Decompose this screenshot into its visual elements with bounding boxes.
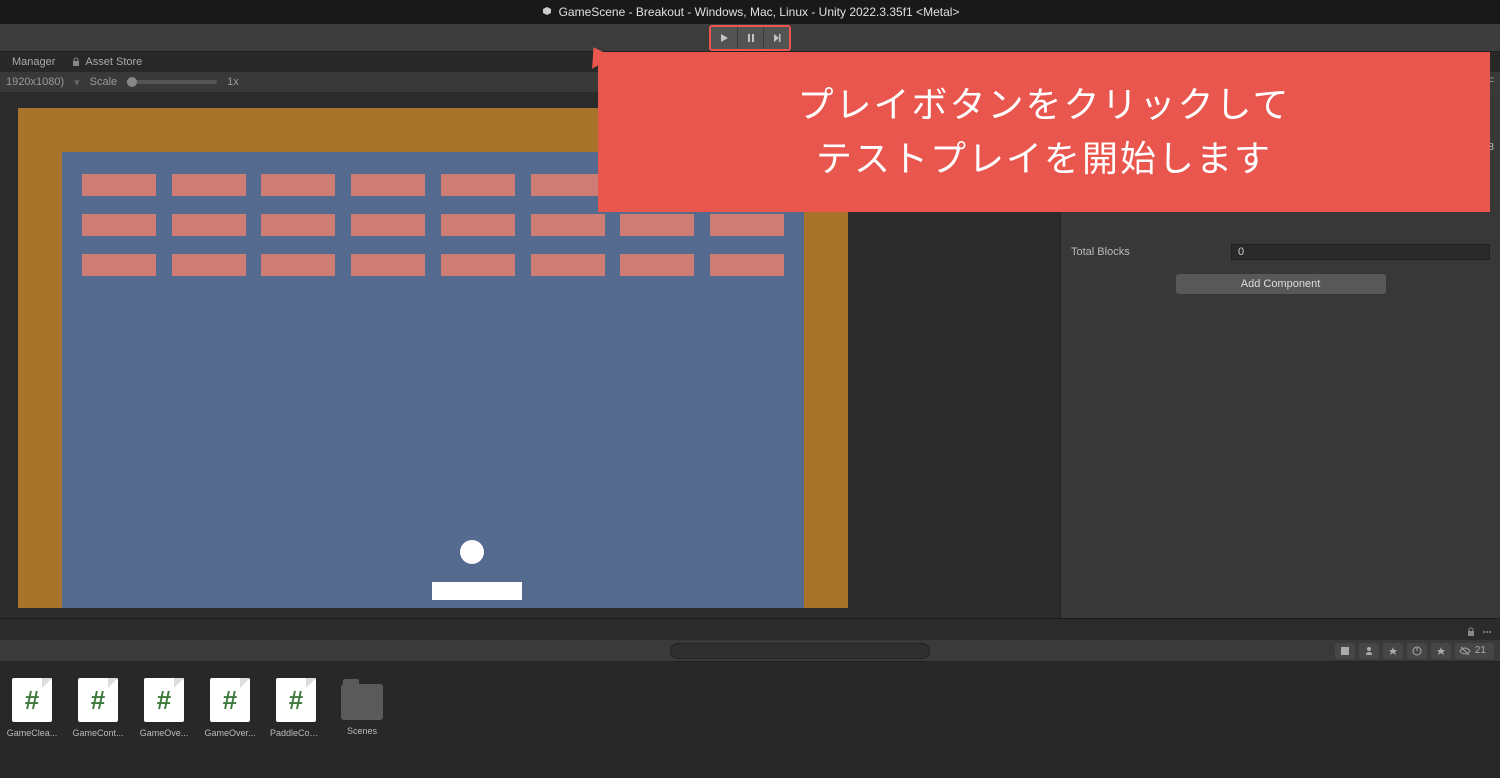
tab-manager[interactable]: Manager bbox=[4, 54, 63, 70]
asset-store-label: Asset Store bbox=[85, 56, 142, 68]
brick bbox=[82, 174, 156, 196]
brick bbox=[351, 214, 425, 236]
asset-script-gameover2[interactable]: # GameOver... bbox=[206, 678, 254, 738]
brick bbox=[261, 214, 335, 236]
brick bbox=[441, 174, 515, 196]
brick bbox=[531, 214, 605, 236]
brick bbox=[351, 254, 425, 276]
asset-script-gameclear[interactable]: # GameClea... bbox=[8, 678, 56, 738]
project-panel: 21 # GameClea... # GameCont... # GameOve… bbox=[0, 640, 1500, 778]
eye-off-icon bbox=[1459, 645, 1471, 657]
breakout-playfield bbox=[62, 152, 804, 608]
asset-script-gameover[interactable]: # GameOve... bbox=[140, 678, 188, 738]
window-title: GameScene - Breakout - Windows, Mac, Lin… bbox=[559, 5, 960, 19]
window-titlebar: GameScene - Breakout - Windows, Mac, Lin… bbox=[0, 0, 1500, 24]
toolbar-btn-4[interactable] bbox=[1407, 643, 1427, 659]
total-blocks-label: Total Blocks bbox=[1071, 246, 1231, 258]
panel-lock-row bbox=[0, 624, 1500, 640]
step-button[interactable] bbox=[763, 27, 789, 49]
asset-label: GameClea... bbox=[7, 728, 58, 738]
callout-line-2: テストプレイを開始します bbox=[628, 132, 1460, 186]
lock-icon bbox=[71, 57, 81, 67]
brick bbox=[261, 174, 335, 196]
brick-row-2 bbox=[62, 214, 804, 236]
lock-icon[interactable] bbox=[1466, 627, 1476, 637]
toolbar-btn-3[interactable] bbox=[1383, 643, 1403, 659]
csharp-script-icon: # bbox=[144, 678, 184, 722]
brick bbox=[710, 214, 784, 236]
total-blocks-field[interactable]: 0 bbox=[1231, 244, 1490, 260]
breakout-ball bbox=[460, 540, 484, 564]
brick bbox=[172, 214, 246, 236]
toolbar-btn-1[interactable] bbox=[1335, 643, 1355, 659]
asset-label: Scenes bbox=[347, 726, 377, 736]
brick bbox=[531, 174, 605, 196]
scale-value: 1x bbox=[227, 76, 239, 88]
csharp-script-icon: # bbox=[210, 678, 250, 722]
brick bbox=[351, 174, 425, 196]
brick bbox=[620, 254, 694, 276]
assets-grid: # GameClea... # GameCont... # GameOve...… bbox=[0, 662, 1500, 778]
menu-icon[interactable] bbox=[1482, 627, 1492, 637]
add-component-button[interactable]: Add Component bbox=[1176, 274, 1386, 294]
asset-script-gamecontroller[interactable]: # GameCont... bbox=[74, 678, 122, 738]
brick bbox=[172, 174, 246, 196]
csharp-script-icon: # bbox=[276, 678, 316, 722]
scale-label: Scale bbox=[90, 76, 118, 88]
brick bbox=[172, 254, 246, 276]
asset-label: GameOver... bbox=[204, 728, 255, 738]
brick-row-3 bbox=[62, 254, 804, 276]
csharp-script-icon: # bbox=[78, 678, 118, 722]
project-search-input[interactable] bbox=[670, 643, 930, 659]
brick bbox=[710, 254, 784, 276]
brick bbox=[620, 214, 694, 236]
brick bbox=[441, 254, 515, 276]
project-toolbar: 21 bbox=[0, 640, 1500, 662]
brick bbox=[261, 254, 335, 276]
resolution-dropdown[interactable]: 1920x1080) bbox=[6, 76, 64, 88]
hidden-items-toggle[interactable]: 21 bbox=[1455, 643, 1494, 659]
brick bbox=[82, 254, 156, 276]
asset-script-paddlecontroller[interactable]: # PaddleCon... bbox=[272, 678, 320, 738]
asset-folder-scenes[interactable]: Scenes bbox=[338, 678, 386, 736]
callout-line-1: プレイボタンをクリックして bbox=[628, 78, 1460, 132]
scale-slider[interactable] bbox=[127, 80, 217, 84]
tab-asset-store[interactable]: Asset Store bbox=[63, 54, 150, 70]
csharp-script-icon: # bbox=[12, 678, 52, 722]
play-control-bar bbox=[0, 24, 1500, 52]
unity-logo-icon bbox=[541, 6, 553, 18]
play-button[interactable] bbox=[711, 27, 737, 49]
toolbar-btn-2[interactable] bbox=[1359, 643, 1379, 659]
brick bbox=[531, 254, 605, 276]
folder-icon bbox=[341, 684, 383, 720]
asset-label: PaddleCon... bbox=[270, 728, 322, 738]
play-buttons-group bbox=[709, 25, 791, 51]
asset-label: GameCont... bbox=[72, 728, 123, 738]
hidden-count: 21 bbox=[1471, 645, 1490, 656]
tutorial-callout: プレイボタンをクリックして テストプレイを開始します bbox=[598, 52, 1490, 212]
toolbar-btn-favorite[interactable] bbox=[1431, 643, 1451, 659]
pause-button[interactable] bbox=[737, 27, 763, 49]
property-total-blocks: Total Blocks 0 bbox=[1061, 242, 1500, 262]
brick bbox=[82, 214, 156, 236]
brick bbox=[441, 214, 515, 236]
asset-label: GameOve... bbox=[140, 728, 189, 738]
breakout-paddle bbox=[432, 582, 522, 600]
